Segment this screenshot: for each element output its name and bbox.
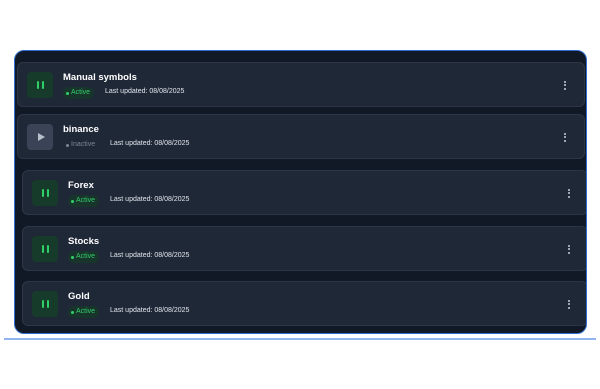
status-badge: Active [68,195,100,207]
last-updated: Last updated: 08/08/2025 [110,252,190,259]
status-label: Active [76,197,96,204]
status-label: Active [76,308,96,315]
list-item-manual-symbols[interactable]: Manual symbols Active Last updated: 08/0… [17,62,585,107]
pause-icon [41,189,49,197]
status-dot-icon [71,255,74,259]
list-item-binance[interactable]: binance Inactive Last updated: 08/08/202… [17,114,585,159]
pause-icon [36,81,44,89]
divider [4,338,596,340]
more-vertical-icon[interactable] [565,186,573,200]
more-vertical-icon[interactable] [561,78,569,92]
pause-icon [41,300,49,308]
play-icon [37,133,45,141]
more-vertical-icon[interactable] [561,130,569,144]
play-button[interactable] [27,124,53,150]
status-dot-icon [66,91,69,95]
status-badge: Inactive [63,139,99,151]
last-updated: Last updated: 08/08/2025 [110,196,190,203]
list-item-title: Stocks [68,236,100,247]
status-dot-icon [66,143,69,147]
status-badge: Active [68,306,100,318]
last-updated: Last updated: 08/08/2025 [110,140,190,147]
more-vertical-icon[interactable] [565,297,573,311]
status-badge: Active [63,87,95,99]
last-updated: Last updated: 08/08/2025 [105,88,185,95]
list-item-forex[interactable]: Forex Active Last updated: 08/08/2025 [22,170,586,215]
symbol-lists-panel: Manual symbols Active Last updated: 08/0… [14,50,587,334]
status-dot-icon [71,310,74,314]
list-item-gold[interactable]: Gold Active Last updated: 08/08/2025 [22,281,586,326]
more-vertical-icon[interactable] [565,242,573,256]
status-label: Active [76,253,96,260]
pause-button[interactable] [32,236,58,262]
pause-button[interactable] [27,72,53,98]
list-item-title: binance [63,124,99,135]
status-label: Active [71,89,91,96]
pause-icon [41,245,49,253]
list-item-stocks[interactable]: Stocks Active Last updated: 08/08/2025 [22,226,586,271]
list-item-title: Forex [68,180,94,191]
list-item-title: Manual symbols [63,72,137,83]
status-label: Inactive [71,141,96,148]
last-updated: Last updated: 08/08/2025 [110,307,190,314]
status-dot-icon [71,199,74,203]
pause-button[interactable] [32,291,58,317]
list-item-title: Gold [68,291,90,302]
pause-button[interactable] [32,180,58,206]
status-badge: Active [68,251,100,263]
